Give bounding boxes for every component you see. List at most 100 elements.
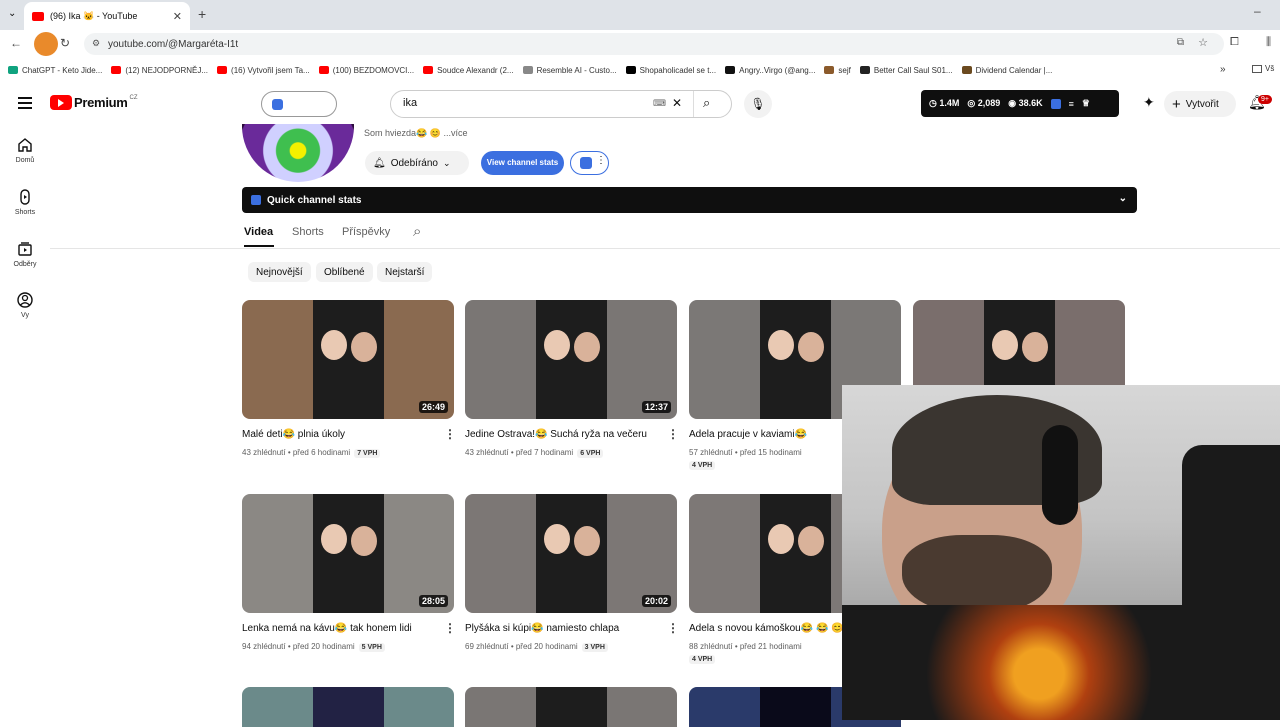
views-stat: ◷ 1.4M xyxy=(929,98,960,108)
video-title[interactable]: Jedine Ostrava!😂 Suchá ryža na večeru xyxy=(465,429,647,440)
extensions-icon[interactable]: ⧠ xyxy=(1230,36,1239,49)
notification-badge: 9+ xyxy=(1258,95,1272,104)
keyboard-icon[interactable]: ⌨ xyxy=(653,98,666,109)
menu-hamburger-icon[interactable] xyxy=(18,97,32,109)
bookmark-item[interactable]: (16) Vytvořil jsem Ta... xyxy=(217,66,310,75)
youtube-logo[interactable]: Premium CZ xyxy=(50,95,138,110)
video-thumbnail[interactable] xyxy=(465,687,677,727)
phone-screen xyxy=(313,494,384,613)
extension-pill[interactable] xyxy=(261,91,337,117)
video-meta: 43 zhlédnutí • před 7 hodinami 6 VPH xyxy=(465,448,604,458)
tab-videos[interactable]: Videa xyxy=(244,226,273,238)
search-icon[interactable]: ⌕ xyxy=(703,95,710,111)
phone-screen xyxy=(313,300,384,419)
video-menu-icon[interactable]: ⋮ xyxy=(444,427,456,441)
quick-channel-stats-bar[interactable]: Quick channel stats ⌄ xyxy=(242,187,1137,213)
bookmark-favicon-icon xyxy=(111,66,122,74)
reload-icon[interactable]: ↻ xyxy=(60,36,70,50)
view-channel-stats-button[interactable]: View channel stats xyxy=(481,151,564,175)
tab-list-chevron-icon[interactable]: ⌄ xyxy=(8,8,16,19)
bookmark-item[interactable]: ChatGPT - Keto Jide... xyxy=(8,66,102,75)
bookmark-star-icon[interactable]: ☆ xyxy=(1198,36,1208,49)
profile-avatar[interactable] xyxy=(34,32,58,56)
expand-chevron-icon[interactable]: ⌄ xyxy=(1119,193,1127,204)
subscribed-button[interactable]: 🔔︎ Odebíráno ⌄ xyxy=(365,151,469,175)
vph-badge: 5 VPH xyxy=(358,643,385,652)
bookmarks-bar: ChatGPT - Keto Jide... (12) NEJODPORNĚJ..… xyxy=(0,58,1280,82)
sidebar-item-shorts[interactable]: Shorts xyxy=(0,189,50,216)
bookmark-item[interactable]: (100) BEZDOMOVCI... xyxy=(318,66,414,75)
browser-toolbar: ← ↻ ⚙ youtube.com/@Margaréta-I1t ⧉ ☆ ⧠ ⫼ xyxy=(0,30,1280,58)
create-button[interactable]: + Vytvořit xyxy=(1164,91,1236,117)
video-title[interactable]: Adela pracuje v kaviami😂 xyxy=(689,429,807,440)
video-menu-icon[interactable]: ⋮ xyxy=(667,621,679,635)
all-bookmarks-folder[interactable]: Vš xyxy=(1252,64,1274,73)
thumbnail-face xyxy=(351,332,377,362)
search-input[interactable]: ika ⌨ ✕ ⌕ xyxy=(390,90,732,118)
video-meta: 94 zhlédnutí • před 20 hodinami 5 VPH xyxy=(242,642,385,652)
bookmark-favicon-icon xyxy=(824,66,835,74)
bookmark-item[interactable]: Better Call Saul S01... xyxy=(859,66,953,75)
sidebar-item-you[interactable]: Vy xyxy=(0,292,50,319)
bookmark-item[interactable]: Angry..Virgo (@ang... xyxy=(725,66,815,75)
minimize-icon[interactable]: – xyxy=(1254,4,1261,18)
thumbnail-face xyxy=(321,330,347,360)
bookmark-item[interactable]: Resemble AI - Custo... xyxy=(522,66,617,75)
bookmark-favicon-icon xyxy=(859,66,870,74)
bookmark-favicon-icon xyxy=(217,66,228,74)
bookmark-item[interactable]: sejf xyxy=(824,66,851,75)
bookmark-item[interactable]: Dividend Calendar |... xyxy=(961,66,1052,75)
video-thumbnail[interactable]: 28:05 xyxy=(242,494,454,613)
vidiq-stats-bar[interactable]: ◷ 1.4M ◎ 2,089 ◉ 38.6K ≡ ♕ xyxy=(921,90,1119,117)
thumbnail-face xyxy=(768,330,794,360)
site-info-icon[interactable]: ⚙ xyxy=(92,38,100,49)
filter-popular-chip[interactable]: Oblíbené xyxy=(316,262,373,282)
video-title[interactable]: Lenka nemá na kávu😂 tak honem lidi xyxy=(242,623,412,634)
vidiq-icon[interactable] xyxy=(1050,98,1061,109)
subscriptions-icon xyxy=(18,242,32,256)
sidebar-item-home[interactable]: Domů xyxy=(0,137,50,164)
address-bar[interactable]: ⚙ youtube.com/@Margaréta-I1t ⧉ ☆ xyxy=(84,33,1224,55)
sidebar-item-subscriptions[interactable]: Odběry xyxy=(0,241,50,268)
video-thumbnail[interactable]: 26:49 xyxy=(242,300,454,419)
bookmark-item[interactable]: Shopaholicadel se t... xyxy=(625,66,716,75)
trophy-icon[interactable]: ♕ xyxy=(1082,98,1090,109)
channel-description[interactable]: Som hviezda😂 😊 ...více xyxy=(364,128,467,139)
video-thumbnail[interactable]: 12:37 xyxy=(465,300,677,419)
video-thumbnail[interactable] xyxy=(242,687,454,727)
bookmark-item[interactable]: (12) NEJODPORNĚJ... xyxy=(111,66,208,75)
vph-badge: 4 VPH xyxy=(689,461,716,470)
new-tab-icon[interactable]: + xyxy=(198,6,206,22)
side-panel-icon[interactable]: ⫼ xyxy=(1266,36,1271,49)
bookmarks-overflow-icon[interactable]: » xyxy=(1220,64,1226,75)
video-title[interactable]: Plyšáka si kúpi😂 namiesto chlapa xyxy=(465,623,619,634)
browser-tab-active[interactable]: (96) Ika 🐱 - YouTube ✕ xyxy=(24,2,190,30)
thumbnail-face xyxy=(992,330,1018,360)
voice-search-icon[interactable]: 🎙 xyxy=(744,90,772,118)
bookmark-item[interactable]: Soudce Alexandr (2... xyxy=(423,66,514,75)
filter-oldest-chip[interactable]: Nejstarší xyxy=(377,262,433,282)
tab-posts[interactable]: Příspěvky xyxy=(342,226,390,238)
extension-bird-icon[interactable]: ✦ xyxy=(1143,94,1155,111)
video-menu-icon[interactable]: ⋮ xyxy=(667,427,679,441)
vidiq-icon xyxy=(580,157,592,169)
list-icon[interactable]: ≡ xyxy=(1069,99,1074,109)
channel-avatar[interactable] xyxy=(242,124,354,182)
video-menu-icon[interactable]: ⋮ xyxy=(444,621,456,635)
video-duration: 12:37 xyxy=(641,401,671,413)
vph-badge: 4 VPH xyxy=(689,655,716,664)
cast-icon[interactable]: ⧉ xyxy=(1177,37,1184,48)
back-icon[interactable]: ← xyxy=(10,36,22,50)
channel-search-icon[interactable]: ⌕ xyxy=(413,223,421,240)
close-tab-icon[interactable]: ✕ xyxy=(173,10,182,23)
filter-newest-chip[interactable]: Nejnovější xyxy=(248,262,311,282)
active-tab-indicator xyxy=(244,245,274,247)
youtube-favicon-icon xyxy=(32,11,44,21)
vidiq-menu-button[interactable]: ⋮ xyxy=(570,151,609,175)
video-title[interactable]: Adela s novou kámoškou😂 😂 😊 xyxy=(689,623,844,634)
clear-search-icon[interactable]: ✕ xyxy=(672,96,682,110)
video-title[interactable]: Malé deti😂 plnia úkoly xyxy=(242,429,345,440)
tab-shorts[interactable]: Shorts xyxy=(292,226,324,238)
premium-label: Premium xyxy=(74,95,128,110)
video-thumbnail[interactable]: 20:02 xyxy=(465,494,677,613)
